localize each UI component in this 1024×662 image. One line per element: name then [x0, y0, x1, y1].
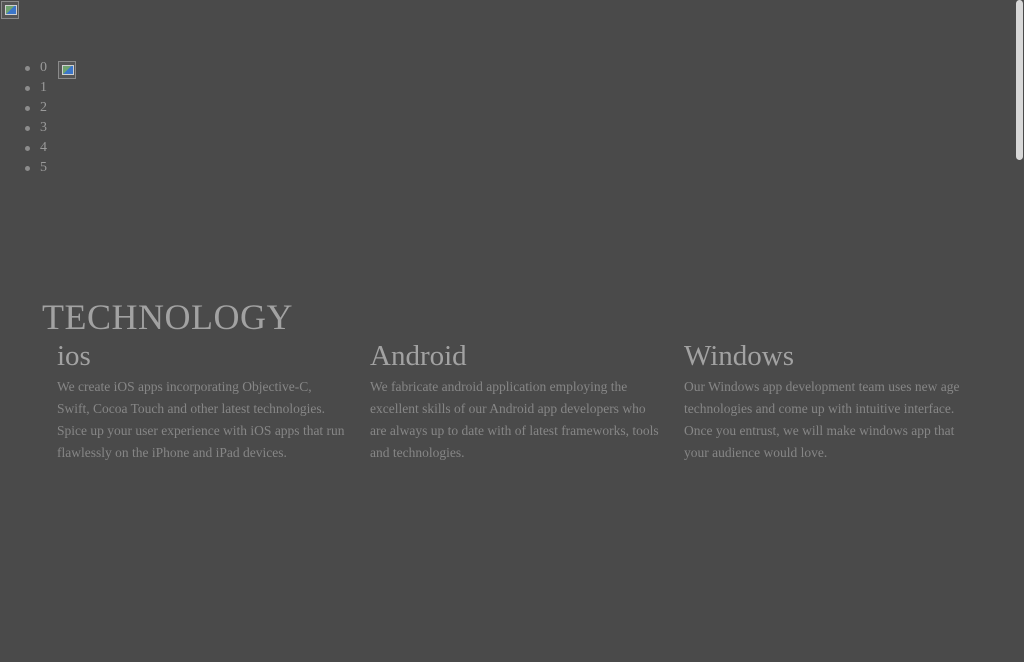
broken-image-icon: [1, 1, 19, 19]
section-title: TECHNOLOGY: [42, 297, 293, 337]
slider-pagination: 0 1 2 3 4 5: [24, 58, 47, 178]
tech-description-android: We fabricate android application employi…: [370, 379, 659, 460]
slider-dot-1[interactable]: 1: [24, 78, 47, 98]
tech-column-android: Android We fabricate android application…: [370, 338, 660, 464]
tech-description-windows: Our Windows app development team uses ne…: [684, 379, 960, 460]
tech-heading-windows: Windows: [684, 340, 794, 372]
tech-description-ios: We create iOS apps incorporating Objecti…: [57, 379, 345, 460]
vertical-scrollbar[interactable]: [1015, 0, 1024, 662]
scrollbar-thumb[interactable]: [1016, 0, 1023, 160]
slider-dot-2[interactable]: 2: [24, 98, 47, 118]
tech-column-ios: ios We create iOS apps incorporating Obj…: [57, 338, 347, 464]
slider-dot-3[interactable]: 3: [24, 118, 47, 138]
slider-dot-5[interactable]: 5: [24, 158, 47, 178]
tech-heading-android: Android: [370, 340, 467, 372]
slider-dot-0[interactable]: 0: [24, 58, 47, 78]
slide-image: [58, 61, 76, 79]
tech-column-windows: Windows Our Windows app development team…: [684, 338, 974, 464]
page: 0 1 2 3 4 5 TECHNOLOGY ios We create iOS…: [0, 0, 1024, 662]
tech-heading-ios: ios: [57, 340, 91, 372]
slider-dot-4[interactable]: 4: [24, 138, 47, 158]
